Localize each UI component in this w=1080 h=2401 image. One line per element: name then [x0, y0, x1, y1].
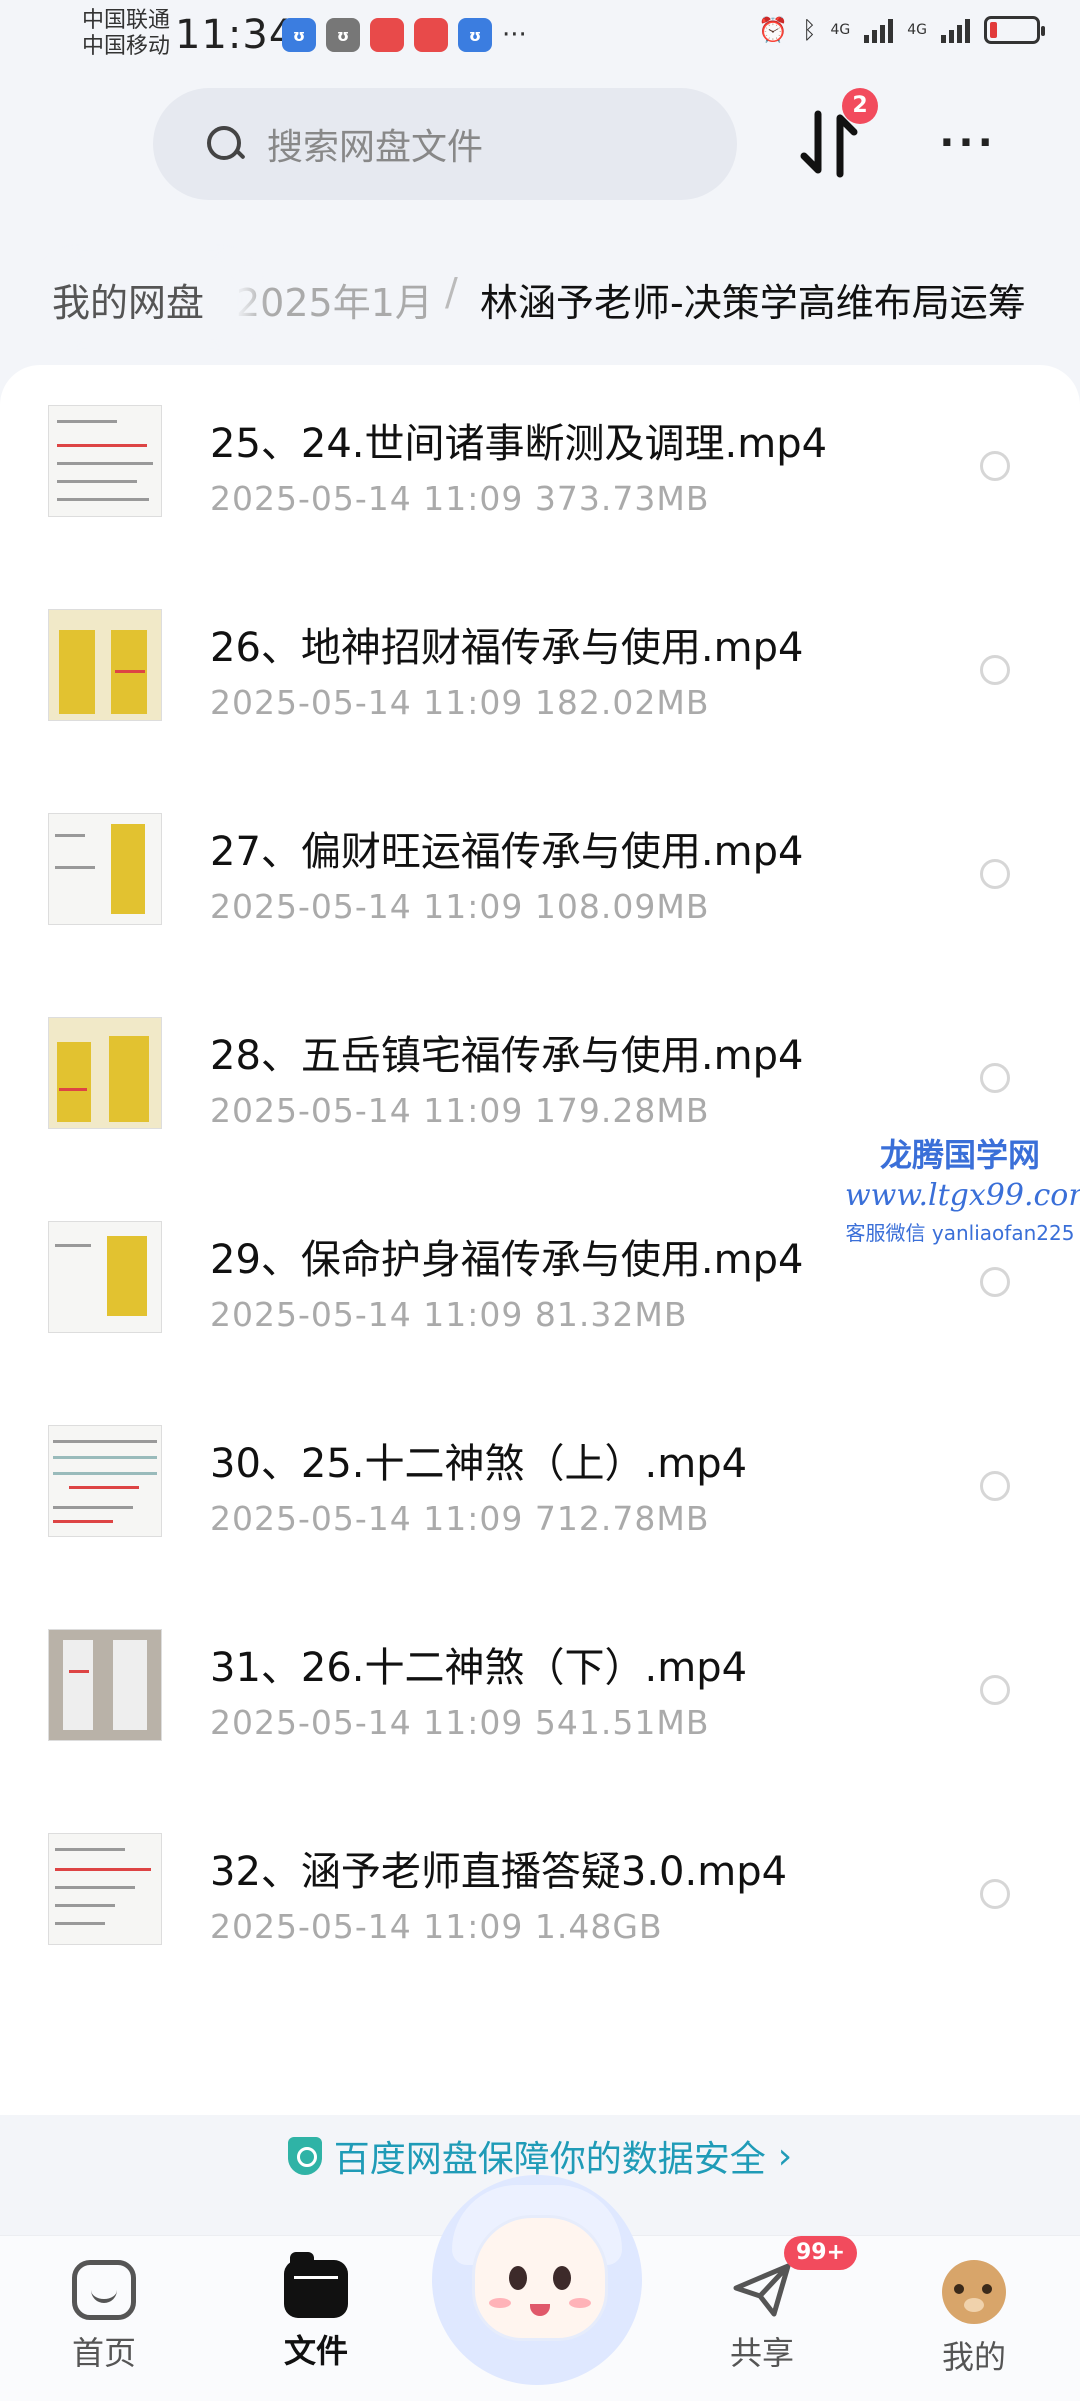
video-thumbnail: [48, 1833, 162, 1945]
file-name: 30、25.十二神煞（上）.mp4: [210, 1441, 748, 1487]
video-thumbnail: [48, 1017, 162, 1129]
app-notification-icon: [370, 18, 404, 52]
file-meta: 2025-05-14 11:09 108.09MB: [210, 887, 710, 926]
app-notification-icon: ʊ: [282, 18, 316, 52]
breadcrumb-folder-2025-01[interactable]: 2025年1月: [236, 272, 433, 327]
more-menu-button[interactable]: ···: [936, 118, 1000, 168]
bluetooth-icon: ᛒ: [802, 16, 817, 44]
select-checkbox[interactable]: [980, 451, 1010, 481]
tab-share[interactable]: 共享: [682, 2260, 842, 2374]
app-notification-icon: ʊ: [458, 18, 492, 52]
search-icon: [205, 124, 245, 164]
select-checkbox[interactable]: [980, 1471, 1010, 1501]
file-name: 31、26.十二神煞（下）.mp4: [210, 1645, 748, 1691]
tab-mine-label: 我的: [941, 2338, 1006, 2376]
shield-icon: [287, 2137, 322, 2175]
tab-files-label: 文件: [283, 2332, 348, 2370]
home-icon: [72, 2260, 136, 2320]
breadcrumb-current: 林涵予老师-决策学高维布局运筹: [480, 281, 1026, 325]
transfer-list-button[interactable]: 2: [796, 88, 878, 184]
file-meta: 2025-05-14 11:09 373.73MB: [210, 479, 710, 518]
list-item[interactable]: 27、偏财旺运福传承与使用.mp4 2025-05-14 11:09 108.0…: [0, 773, 1080, 977]
paper-plane-icon: [730, 2260, 794, 2320]
video-thumbnail: [48, 1425, 162, 1537]
video-thumbnail: [48, 1629, 162, 1741]
carrier-1: 中国联通: [82, 8, 171, 33]
folder-icon: [284, 2252, 348, 2318]
video-thumbnail: [48, 405, 162, 517]
list-item[interactable]: 25、24.世间诸事断测及调理.mp4 2025-05-14 11:09 373…: [0, 365, 1080, 569]
select-checkbox[interactable]: [980, 1675, 1010, 1705]
file-meta: 2025-05-14 11:09 179.28MB: [210, 1091, 710, 1130]
app-notification-icon: ʊ: [326, 18, 360, 52]
mascot-assistant-button[interactable]: [432, 2175, 642, 2385]
carrier-2: 中国移动: [82, 34, 171, 59]
clock: 11:34: [175, 12, 296, 58]
battery-icon: [984, 16, 1045, 44]
signal-icon: [941, 17, 970, 43]
watermark-contact: 客服微信 yanliaofan225: [845, 1221, 1075, 1245]
tab-share-label: 共享: [729, 2334, 794, 2372]
list-item[interactable]: 26、地神招财福传承与使用.mp4 2025-05-14 11:09 182.0…: [0, 569, 1080, 773]
file-name: 25、24.世间诸事断测及调理.mp4: [210, 421, 828, 467]
tab-files[interactable]: 文件: [236, 2252, 396, 2372]
tab-home-label: 首页: [71, 2334, 136, 2372]
notification-icons: ʊ ʊ ʊ ···: [282, 18, 527, 52]
security-banner-text: 百度网盘保障你的数据安全: [333, 2139, 766, 2180]
status-bar: 中国联通 中国移动 11:34 ʊ ʊ ʊ ··· ⏰ ᛒ 4G 4G: [0, 0, 1080, 72]
file-name: 29、保命护身福传承与使用.mp4: [210, 1237, 804, 1283]
list-item[interactable]: 31、26.十二神煞（下）.mp4 2025-05-14 11:09 541.5…: [0, 1589, 1080, 1793]
more-notifications-icon: ···: [502, 20, 527, 50]
select-checkbox[interactable]: [980, 1267, 1010, 1297]
file-meta: 2025-05-14 11:09 712.78MB: [210, 1499, 710, 1538]
chevron-right-icon: ›: [777, 2135, 793, 2177]
video-thumbnail: [48, 609, 162, 721]
file-meta: 2025-05-14 11:09 541.51MB: [210, 1703, 710, 1742]
select-checkbox[interactable]: [980, 1879, 1010, 1909]
select-checkbox[interactable]: [980, 1063, 1010, 1093]
search-placeholder: 搜索网盘文件: [267, 127, 484, 168]
file-name: 27、偏财旺运福传承与使用.mp4: [210, 829, 804, 875]
tab-home[interactable]: 首页: [24, 2260, 184, 2374]
watermark-url: www.ltgx99.com: [845, 1178, 1080, 1213]
select-checkbox[interactable]: [980, 859, 1010, 889]
transfer-badge: 2: [842, 88, 878, 124]
file-meta: 2025-05-14 11:09 81.32MB: [210, 1295, 688, 1334]
breadcrumb-separator: /: [445, 270, 458, 314]
file-name: 26、地神招财福传承与使用.mp4: [210, 625, 804, 671]
select-checkbox[interactable]: [980, 655, 1010, 685]
file-name: 32、涵予老师直播答疑3.0.mp4: [210, 1849, 788, 1895]
signal-icon: [864, 17, 894, 43]
watermark-title: 龙腾国学网: [879, 1136, 1040, 1174]
breadcrumb-root[interactable]: 我的网盘: [24, 258, 233, 341]
list-item[interactable]: 32、涵予老师直播答疑3.0.mp4 2025-05-14 11:09 1.48…: [0, 1793, 1080, 1997]
list-item[interactable]: 30、25.十二神煞（上）.mp4 2025-05-14 11:09 712.7…: [0, 1385, 1080, 1589]
breadcrumb: 2025年1月 我的网盘 / 林涵予老师-决策学高维布局运筹: [0, 240, 1080, 350]
file-meta: 2025-05-14 11:09 182.02MB: [210, 683, 710, 722]
app-notification-icon: [414, 18, 448, 52]
file-name: 28、五岳镇宅福传承与使用.mp4: [210, 1033, 804, 1079]
avatar: [942, 2260, 1006, 2324]
watermark: 龙腾国学网 www.ltgx99.com 客服微信 yanliaofan225: [845, 1130, 1080, 1246]
share-badge: 99+: [784, 2236, 858, 2270]
tab-mine[interactable]: 我的: [894, 2260, 1054, 2378]
search-bar[interactable]: 搜索网盘文件: [153, 88, 737, 200]
alarm-icon: ⏰: [758, 16, 789, 44]
mascot-face: [472, 2215, 608, 2341]
video-thumbnail: [48, 813, 162, 925]
video-thumbnail: [48, 1221, 162, 1333]
file-meta: 2025-05-14 11:09 1.48GB: [210, 1907, 663, 1946]
system-indicators: ⏰ ᛒ 4G 4G: [758, 16, 1045, 44]
network-type-1: 4G: [830, 22, 851, 38]
carrier-labels: 中国联通 中国移动: [82, 8, 170, 60]
network-type-2: 4G: [907, 22, 927, 38]
